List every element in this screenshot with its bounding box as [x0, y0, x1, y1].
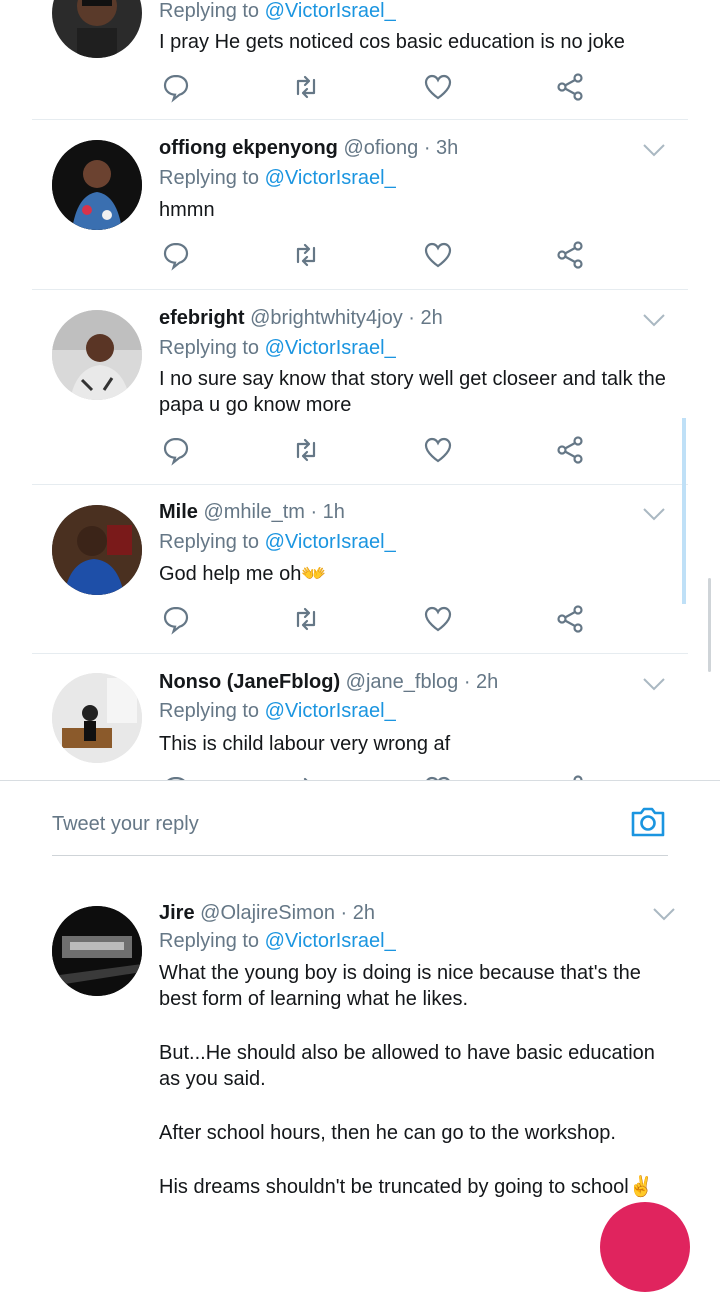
tweet-actions [159, 602, 599, 636]
reply-icon[interactable] [159, 772, 193, 780]
tweet-text: I pray He gets noticed cos basic educati… [159, 31, 625, 53]
reply-tweet[interactable]: offiong ekpenyong @ofiong · 3h Replying … [0, 120, 688, 289]
page-scrollbar[interactable] [708, 578, 711, 672]
tweet-text-paragraph: What the young boy is doing is nice beca… [159, 962, 641, 1010]
share-icon[interactable] [553, 772, 587, 780]
avatar[interactable] [52, 505, 142, 595]
tweet-text-paragraph: His dreams shouldn't be truncated by goi… [159, 1176, 654, 1198]
user-handle[interactable]: @mhile_tm [203, 501, 304, 523]
retweet-icon[interactable] [289, 772, 323, 780]
reply-icon[interactable] [159, 70, 193, 104]
display-name[interactable]: Jire [159, 902, 195, 924]
reply-input[interactable]: Tweet your reply [52, 813, 199, 836]
share-icon[interactable] [553, 238, 587, 272]
tweet-actions [159, 433, 599, 467]
tweet-text: God help me oh👐 [159, 563, 327, 585]
tweet-header: efebright @brightwhity4joy · 2h [159, 307, 443, 330]
heart-icon[interactable] [421, 238, 455, 272]
mention-link[interactable]: @VictorIsrael_ [265, 0, 396, 22]
user-handle[interactable]: @OlajireSimon [200, 902, 335, 924]
tweet-header: Jire @OlajireSimon · 2h [159, 902, 375, 925]
mention-link[interactable]: @VictorIsrael_ [265, 531, 396, 553]
reply-tweet[interactable]: Jire @OlajireSimon · 2h Replying to @Vic… [0, 890, 720, 1217]
avatar[interactable] [52, 906, 142, 996]
replies-feed: Replying to @VictorIsrael_ I pray He get… [0, 0, 720, 780]
replying-to: Replying to @VictorIsrael_ [159, 700, 396, 723]
heart-icon[interactable] [421, 602, 455, 636]
chevron-down-icon[interactable] [652, 906, 676, 922]
input-underline [52, 855, 668, 856]
timestamp: · 2h [463, 671, 499, 693]
avatar[interactable] [52, 140, 142, 230]
replying-label: Replying to [159, 700, 260, 722]
tweet-actions [159, 238, 599, 272]
reply-icon[interactable] [159, 238, 193, 272]
mention-link[interactable]: @VictorIsrael_ [265, 167, 396, 189]
tweet-header: offiong ekpenyong @ofiong · 3h [159, 137, 458, 160]
chevron-down-icon[interactable] [642, 676, 666, 692]
display-name[interactable]: efebright [159, 307, 245, 329]
user-handle[interactable]: @jane_fblog [346, 671, 459, 693]
avatar[interactable] [52, 673, 142, 763]
display-name[interactable]: Mile [159, 501, 198, 523]
compose-fab-button[interactable] [600, 1202, 690, 1292]
share-icon[interactable] [553, 70, 587, 104]
camera-icon[interactable] [629, 803, 667, 841]
mention-link[interactable]: @VictorIsrael_ [265, 337, 396, 359]
replying-label: Replying to [159, 930, 260, 952]
replying-to: Replying to @VictorIsrael_ [159, 167, 396, 190]
chevron-down-icon[interactable] [642, 506, 666, 522]
avatar[interactable] [52, 0, 142, 58]
retweet-icon[interactable] [289, 238, 323, 272]
reply-tweet[interactable]: efebright @brightwhity4joy · 2h Replying… [0, 290, 688, 484]
share-icon[interactable] [553, 433, 587, 467]
retweet-icon[interactable] [289, 602, 323, 636]
tweet-text: hmmn [159, 199, 215, 221]
retweet-icon[interactable] [289, 433, 323, 467]
share-icon[interactable] [553, 602, 587, 636]
chevron-down-icon[interactable] [642, 142, 666, 158]
scrollbar-thumb[interactable] [682, 418, 686, 604]
replying-to: Replying to @VictorIsrael_ [159, 337, 396, 360]
mention-link[interactable]: @VictorIsrael_ [265, 700, 396, 722]
chevron-down-icon[interactable] [642, 312, 666, 328]
display-name[interactable]: offiong ekpenyong [159, 137, 338, 159]
replying-label: Replying to [159, 337, 260, 359]
timestamp: · 2h [340, 902, 375, 924]
user-handle[interactable]: @brightwhity4joy [250, 307, 403, 329]
tweet-text: I no sure say know that story well get c… [159, 368, 666, 416]
timestamp: · 2h [408, 307, 443, 329]
reply-icon[interactable] [159, 433, 193, 467]
replying-label: Replying to [159, 0, 260, 22]
reply-tweet[interactable]: Mile @mhile_tm · 1h Replying to @VictorI… [0, 485, 688, 653]
heart-icon[interactable] [421, 772, 455, 780]
mention-link[interactable]: @VictorIsrael_ [265, 930, 396, 952]
tweet-actions [159, 772, 599, 780]
replying-to: Replying to @VictorIsrael_ [159, 0, 396, 23]
replying-label: Replying to [159, 167, 260, 189]
tweet-text-paragraph: After school hours, then he can go to th… [159, 1122, 616, 1144]
timestamp: · 1h [310, 501, 345, 523]
timestamp: · 3h [423, 137, 459, 159]
replying-to: Replying to @VictorIsrael_ [159, 531, 396, 554]
retweet-icon[interactable] [289, 70, 323, 104]
reply-composer: Tweet your reply [0, 780, 720, 891]
reply-tweet[interactable]: Nonso (JaneFblog) @jane_fblog · 2h Reply… [0, 654, 688, 780]
reply-icon[interactable] [159, 602, 193, 636]
tweet-actions [159, 70, 599, 104]
replying-label: Replying to [159, 531, 260, 553]
tweet-header: Mile @mhile_tm · 1h [159, 501, 345, 524]
user-handle[interactable]: @ofiong [343, 137, 418, 159]
tweet-header: Nonso (JaneFblog) @jane_fblog · 2h [159, 671, 498, 694]
heart-icon[interactable] [421, 70, 455, 104]
reply-tweet[interactable]: Replying to @VictorIsrael_ I pray He get… [0, 0, 688, 120]
tweet-text-paragraph: But...He should also be allowed to have … [159, 1042, 655, 1090]
replying-to: Replying to @VictorIsrael_ [159, 930, 396, 953]
avatar[interactable] [52, 310, 142, 400]
tweet-text: This is child labour very wrong af [159, 733, 451, 755]
display-name[interactable]: Nonso (JaneFblog) [159, 671, 340, 693]
heart-icon[interactable] [421, 433, 455, 467]
